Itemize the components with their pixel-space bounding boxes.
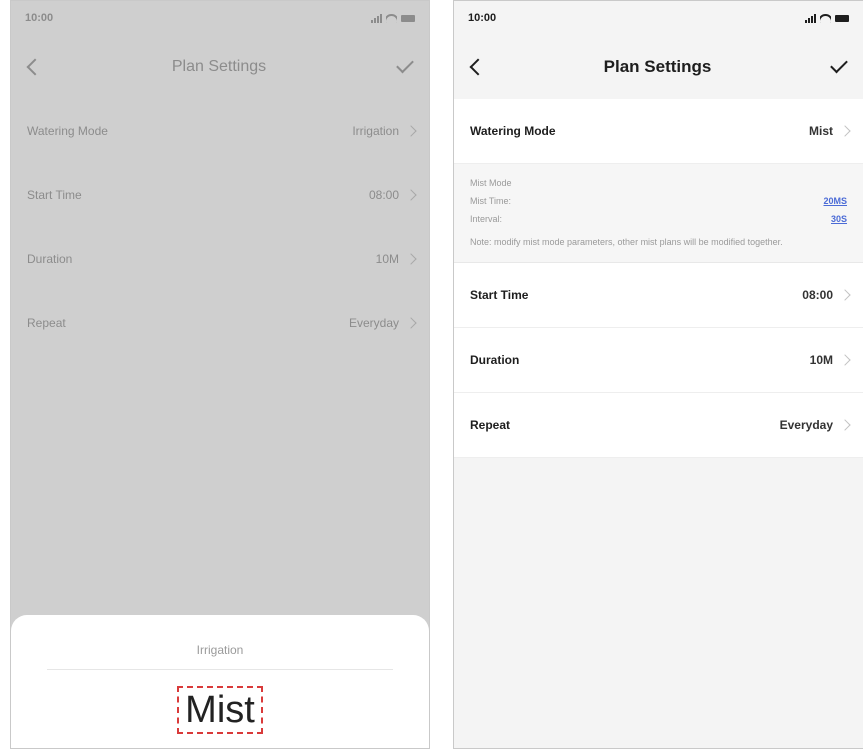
interval-label: Interval: [470, 214, 503, 224]
start-time-row[interactable]: Start Time 08:00 [454, 263, 863, 328]
status-bar: 10:00 [11, 1, 429, 35]
picker-option-mist[interactable]: Mist [177, 686, 263, 734]
wifi-icon [386, 13, 397, 23]
mist-mode-header: Mist Mode [470, 178, 512, 188]
chevron-right-icon [839, 354, 851, 366]
watering-mode-row[interactable]: Watering Mode Irrigation [11, 99, 429, 163]
nav-bar: Plan Settings [454, 35, 863, 99]
repeat-row[interactable]: Repeat Everyday [11, 291, 429, 355]
row-label: Duration [470, 353, 520, 367]
mist-note: Note: modify mist mode parameters, other… [470, 237, 783, 247]
right-phone-screen: 10:00 Plan Settings Watering Mode Mist M… [453, 0, 863, 749]
chevron-right-icon [405, 317, 417, 329]
mist-mode-panel: Mist Mode Mist Time: 20MS Interval: 30S … [454, 164, 863, 263]
interval-link[interactable]: 30S [831, 214, 847, 224]
back-icon[interactable] [469, 58, 487, 76]
check-icon[interactable] [830, 55, 848, 73]
mist-time-link[interactable]: 20MS [823, 196, 847, 206]
battery-icon [401, 14, 415, 22]
wifi-icon [820, 13, 831, 23]
row-label: Repeat [27, 316, 66, 330]
battery-icon [835, 14, 849, 22]
row-value: 08:00 [802, 288, 833, 302]
status-bar: 10:00 [454, 1, 863, 35]
status-time: 10:00 [25, 12, 54, 24]
row-label: Start Time [27, 188, 82, 202]
chevron-right-icon [405, 189, 417, 201]
row-value: 08:00 [368, 188, 399, 202]
status-time: 10:00 [468, 12, 497, 24]
watering-mode-row[interactable]: Watering Mode Mist [454, 99, 863, 164]
row-label: Watering Mode [470, 124, 556, 138]
left-phone-screen: 10:00 Plan Settings Watering Mode Irriga… [10, 0, 430, 749]
page-title: Plan Settings [603, 57, 712, 76]
picker-divider [47, 669, 393, 670]
page-title: Plan Settings [171, 58, 267, 75]
mist-time-label: Mist Time: [470, 196, 512, 206]
chevron-right-icon [839, 289, 851, 301]
chevron-right-icon [405, 125, 417, 137]
start-time-row[interactable]: Start Time 08:00 [11, 163, 429, 227]
row-value: 10M [375, 252, 399, 266]
row-label: Watering Mode [27, 124, 108, 138]
signal-icon [371, 13, 382, 23]
check-icon[interactable] [396, 55, 414, 73]
signal-icon [805, 13, 816, 23]
row-label: Repeat [470, 418, 511, 432]
chevron-right-icon [405, 253, 417, 265]
picker-option-irrigation[interactable]: Irrigation [11, 643, 429, 657]
chevron-right-icon [839, 419, 851, 431]
row-value: Everyday [348, 316, 399, 330]
nav-bar: Plan Settings [11, 35, 429, 99]
repeat-row[interactable]: Repeat Everyday [454, 393, 863, 458]
mode-picker-sheet: Irrigation Mist [11, 615, 429, 748]
chevron-right-icon [839, 125, 851, 137]
row-label: Duration [27, 252, 73, 266]
back-icon[interactable] [26, 58, 44, 76]
row-label: Start Time [470, 288, 529, 302]
row-value: 10M [809, 353, 833, 367]
duration-row[interactable]: Duration 10M [454, 328, 863, 393]
duration-row[interactable]: Duration 10M [11, 227, 429, 291]
row-value: Irrigation [352, 124, 399, 138]
row-value: Mist [809, 124, 833, 138]
row-value: Everyday [779, 418, 833, 432]
